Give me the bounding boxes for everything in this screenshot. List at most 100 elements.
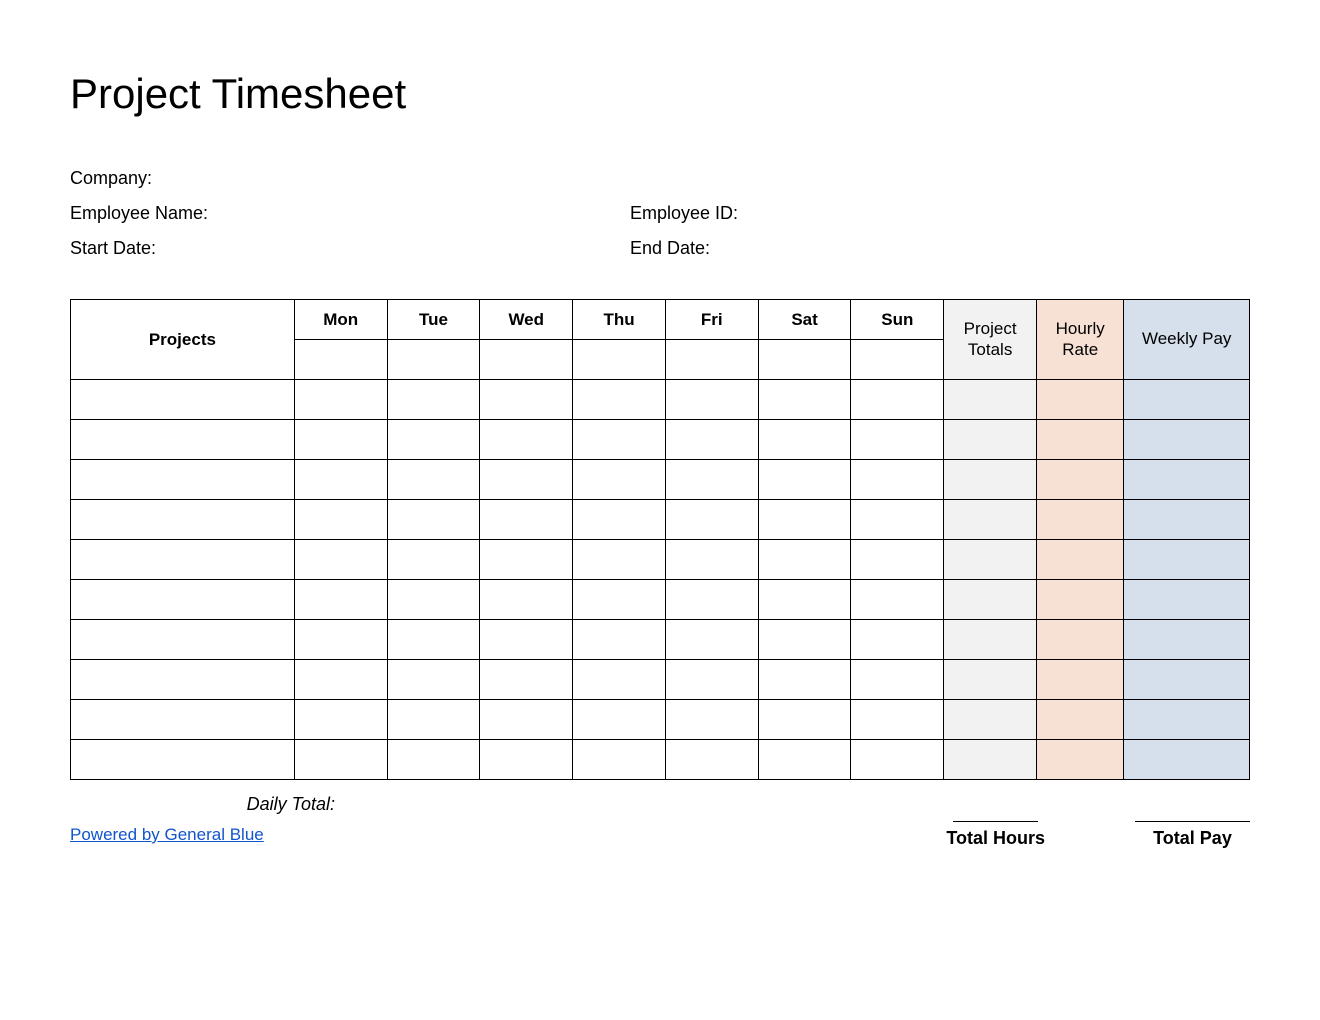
project-cell[interactable]	[71, 700, 295, 740]
weekly-pay-header: Weekly Pay	[1124, 300, 1250, 380]
hours-cell[interactable]	[573, 380, 666, 420]
hours-cell[interactable]	[387, 540, 480, 580]
hours-cell[interactable]	[573, 740, 666, 780]
hours-cell[interactable]	[387, 740, 480, 780]
hours-cell[interactable]	[851, 660, 944, 700]
project-cell[interactable]	[71, 740, 295, 780]
project-cell[interactable]	[71, 620, 295, 660]
hours-cell[interactable]	[665, 500, 758, 540]
hours-cell[interactable]	[851, 620, 944, 660]
project-cell[interactable]	[71, 660, 295, 700]
hours-cell[interactable]	[480, 380, 573, 420]
table-row	[71, 500, 1250, 540]
hours-cell[interactable]	[758, 660, 851, 700]
hours-cell[interactable]	[851, 700, 944, 740]
project-cell[interactable]	[71, 500, 295, 540]
hours-cell[interactable]	[294, 660, 387, 700]
hourly-rate-cell[interactable]	[1037, 740, 1124, 780]
hours-cell[interactable]	[480, 620, 573, 660]
hourly-rate-cell[interactable]	[1037, 420, 1124, 460]
hours-cell[interactable]	[758, 460, 851, 500]
hours-cell[interactable]	[758, 700, 851, 740]
project-cell[interactable]	[71, 460, 295, 500]
hours-cell[interactable]	[387, 620, 480, 660]
hours-cell[interactable]	[387, 460, 480, 500]
hourly-rate-cell[interactable]	[1037, 700, 1124, 740]
hours-cell[interactable]	[665, 420, 758, 460]
hours-cell[interactable]	[573, 620, 666, 660]
hours-cell[interactable]	[758, 620, 851, 660]
hours-cell[interactable]	[851, 500, 944, 540]
hours-cell[interactable]	[294, 460, 387, 500]
hours-cell[interactable]	[294, 500, 387, 540]
hours-cell[interactable]	[665, 620, 758, 660]
hours-cell[interactable]	[387, 700, 480, 740]
hours-cell[interactable]	[758, 740, 851, 780]
hours-cell[interactable]	[387, 580, 480, 620]
hours-cell[interactable]	[665, 580, 758, 620]
hours-cell[interactable]	[851, 540, 944, 580]
project-cell[interactable]	[71, 540, 295, 580]
hours-cell[interactable]	[480, 460, 573, 500]
hours-cell[interactable]	[480, 580, 573, 620]
project-total-cell	[944, 620, 1037, 660]
hours-cell[interactable]	[573, 420, 666, 460]
project-cell[interactable]	[71, 380, 295, 420]
table-row	[71, 660, 1250, 700]
hours-cell[interactable]	[294, 380, 387, 420]
hours-cell[interactable]	[480, 420, 573, 460]
hourly-rate-cell[interactable]	[1037, 500, 1124, 540]
hourly-rate-cell[interactable]	[1037, 620, 1124, 660]
hours-cell[interactable]	[573, 660, 666, 700]
hours-cell[interactable]	[387, 420, 480, 460]
hours-cell[interactable]	[387, 380, 480, 420]
hours-cell[interactable]	[851, 380, 944, 420]
hours-cell[interactable]	[665, 380, 758, 420]
hours-cell[interactable]	[758, 420, 851, 460]
hours-cell[interactable]	[480, 740, 573, 780]
hourly-rate-cell[interactable]	[1037, 580, 1124, 620]
hourly-rate-cell[interactable]	[1037, 460, 1124, 500]
powered-by-link[interactable]: Powered by General Blue	[70, 825, 264, 845]
hours-cell[interactable]	[851, 460, 944, 500]
hours-cell[interactable]	[851, 580, 944, 620]
hours-cell[interactable]	[665, 540, 758, 580]
hours-cell[interactable]	[480, 700, 573, 740]
hours-cell[interactable]	[294, 540, 387, 580]
hours-cell[interactable]	[294, 620, 387, 660]
hours-cell[interactable]	[851, 740, 944, 780]
hourly-rate-cell[interactable]	[1037, 380, 1124, 420]
date-cell	[758, 340, 851, 380]
project-cell[interactable]	[71, 580, 295, 620]
hours-cell[interactable]	[665, 460, 758, 500]
hours-cell[interactable]	[573, 540, 666, 580]
hours-cell[interactable]	[573, 460, 666, 500]
hours-cell[interactable]	[573, 700, 666, 740]
hours-cell[interactable]	[665, 660, 758, 700]
hourly-rate-cell[interactable]	[1037, 660, 1124, 700]
day-header-thu: Thu	[573, 300, 666, 340]
hours-cell[interactable]	[851, 420, 944, 460]
hours-cell[interactable]	[573, 580, 666, 620]
project-cell[interactable]	[71, 420, 295, 460]
hourly-rate-cell[interactable]	[1037, 540, 1124, 580]
hours-cell[interactable]	[758, 540, 851, 580]
hours-cell[interactable]	[387, 660, 480, 700]
hours-cell[interactable]	[480, 500, 573, 540]
hours-cell[interactable]	[387, 500, 480, 540]
hours-cell[interactable]	[480, 540, 573, 580]
hours-cell[interactable]	[758, 380, 851, 420]
hours-cell[interactable]	[294, 740, 387, 780]
hours-cell[interactable]	[758, 500, 851, 540]
table-row	[71, 460, 1250, 500]
hours-cell[interactable]	[665, 740, 758, 780]
hours-cell[interactable]	[480, 660, 573, 700]
hours-cell[interactable]	[294, 580, 387, 620]
hours-cell[interactable]	[573, 500, 666, 540]
table-row	[71, 580, 1250, 620]
hours-cell[interactable]	[294, 420, 387, 460]
hours-cell[interactable]	[294, 700, 387, 740]
hours-cell[interactable]	[758, 580, 851, 620]
projects-header: Projects	[71, 300, 295, 380]
hours-cell[interactable]	[665, 700, 758, 740]
